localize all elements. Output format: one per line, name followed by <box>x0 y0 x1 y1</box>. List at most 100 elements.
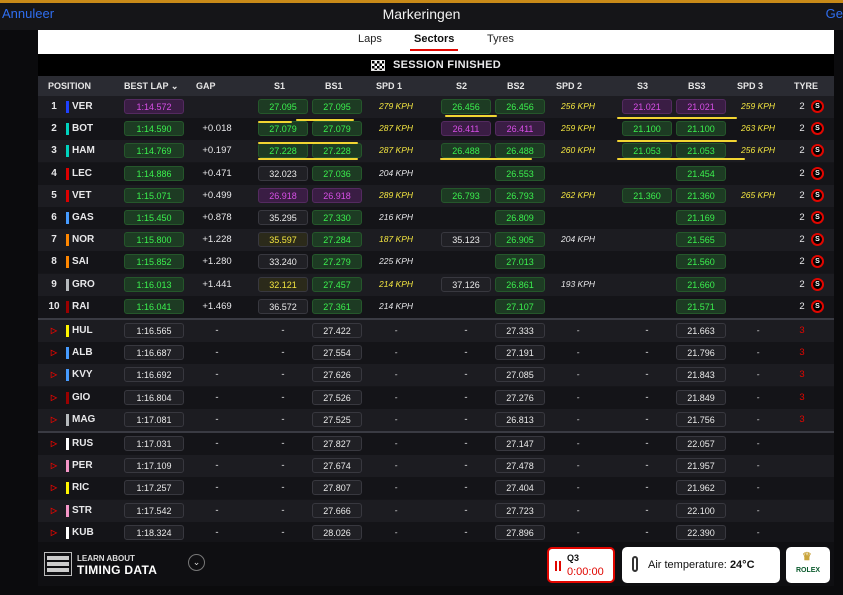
position: 5 <box>51 189 57 201</box>
col-gap[interactable]: GAP <box>196 81 216 91</box>
cell-s1: - <box>281 413 285 425</box>
tab-tyres[interactable]: Tyres <box>487 33 514 45</box>
driver-code[interactable]: LEC <box>72 168 92 179</box>
driver-code[interactable]: GAS <box>72 212 94 223</box>
cell-s1: 27.228 <box>258 143 308 159</box>
team-color-bar <box>66 145 69 158</box>
tyre-age: 2 <box>799 212 805 223</box>
table-row[interactable]: ▷ MAG 1:17.081 - - 27.525 - - 26.813 - - 21.756 - 3 <box>38 408 834 431</box>
cell-best: 1:15.450 <box>124 210 184 225</box>
driver-code[interactable]: GIO <box>72 392 90 403</box>
team-color-bar <box>66 526 69 539</box>
col-spd1[interactable]: SPD 1 <box>376 81 402 91</box>
table-row[interactable]: 9 GRO 1:16.013 +1.441 32.121 27.457 214 KPH 37.… <box>38 273 834 296</box>
cell-bs2: 27.333 <box>495 323 545 338</box>
table-row[interactable]: ▷ RIC 1:17.257 - - 27.807 - - 27.404 - - 21.962 - <box>38 477 834 500</box>
col-bs2[interactable]: BS2 <box>507 81 525 91</box>
col-tyre[interactable]: TYRE <box>794 81 818 91</box>
table-row[interactable]: ▷ RUS 1:17.031 - - 27.827 - - 27.147 - - 22.057 - <box>38 433 834 455</box>
col-s3[interactable]: S3 <box>637 81 648 91</box>
weather-box: Air temperature: 24°C <box>622 547 780 583</box>
table-row[interactable]: ▷ ALB 1:16.687 - - 27.554 - - 27.191 - - 21.796 - 3 <box>38 342 834 365</box>
soft-tyre-icon: S <box>811 255 824 269</box>
timing-data-label[interactable]: TIMING DATA <box>77 563 157 577</box>
driver-code[interactable]: SAI <box>72 256 89 267</box>
driver-code[interactable]: KUB <box>72 527 94 538</box>
position: 8 <box>51 256 57 268</box>
table-row[interactable]: 5 VET 1:15.071 +0.499 26.918 26.918 289 KPH 26.… <box>38 184 834 207</box>
cell-gap: +0.018 <box>202 123 232 135</box>
cell-gap: +0.878 <box>202 212 232 223</box>
table-row[interactable]: 10 RAI 1:16.041 +1.469 36.572 27.361 214 KPH 27… <box>38 295 834 318</box>
learn-about-label[interactable]: LEARN ABOUT <box>77 554 135 563</box>
driver-code[interactable]: GRO <box>72 279 95 290</box>
driver-code[interactable]: RAI <box>72 301 89 312</box>
cell-bs3: 21.100 <box>676 121 726 137</box>
tab-laps[interactable]: Laps <box>358 33 382 45</box>
col-position[interactable]: POSITION <box>48 81 91 91</box>
table-row[interactable]: ▷ KUB 1:18.324 - - 28.026 - - 27.896 - - 22.390 - <box>38 521 834 544</box>
sponsor-logo: ROLEX <box>786 533 830 583</box>
table-row[interactable]: ▷ PER 1:17.109 - - 27.674 - - 27.478 - - 21.957 - <box>38 455 834 478</box>
team-color-bar <box>66 256 69 269</box>
tab-sectors[interactable]: Sectors <box>409 33 459 51</box>
driver-code[interactable]: RUS <box>72 438 93 449</box>
table-row[interactable]: 6 GAS 1:15.450 +0.878 35.295 27.330 216 KPH 26.… <box>38 207 834 229</box>
cell-s3: - <box>645 482 649 494</box>
driver-code[interactable]: ALB <box>72 347 93 358</box>
table-row[interactable]: 4 LEC 1:14.886 +0.471 32.023 27.036 204 KPH 26.… <box>38 162 834 185</box>
cell-bs2: 27.107 <box>495 298 545 314</box>
col-s1[interactable]: S1 <box>274 81 285 91</box>
team-color-bar <box>66 504 69 517</box>
col-s2[interactable]: S2 <box>456 81 467 91</box>
cell-best: 1:14.769 <box>124 143 184 159</box>
table-row[interactable]: 1 VER 1:14.572 27.095 27.095 279 KPH 26.456 26.… <box>38 96 834 118</box>
team-color-bar <box>66 482 69 495</box>
cell-spd2: - <box>576 482 580 493</box>
driver-code[interactable]: HAM <box>72 145 95 156</box>
soft-tyre-icon: S <box>811 188 824 202</box>
table-row[interactable]: ▷ GIO 1:16.804 - - 27.526 - - 27.276 - - 21.849 - 3 <box>38 386 834 409</box>
cell-spd1: 225 KPH <box>378 256 414 267</box>
table-row[interactable]: 8 SAI 1:15.852 +1.280 33.240 27.279 225 KPH 27.… <box>38 251 834 274</box>
driver-code[interactable]: KVY <box>72 369 93 380</box>
cell-bs3: 22.100 <box>676 502 726 518</box>
table-row[interactable]: 7 NOR 1:15.800 +1.228 35.597 27.284 187 KPH 35.… <box>38 229 834 252</box>
table-row[interactable]: ▷ STR 1:17.542 - - 27.666 - - 27.723 - - 22.100 - <box>38 499 834 522</box>
col-spd3[interactable]: SPD 3 <box>737 81 763 91</box>
annotation-underline <box>617 158 745 160</box>
cell-bs3: 21.663 <box>676 323 726 338</box>
driver-code[interactable]: VET <box>72 190 91 201</box>
cell-best: 1:16.565 <box>124 323 184 338</box>
tyre-age: 2 <box>799 167 805 179</box>
driver-code[interactable]: RIC <box>72 482 89 493</box>
cell-spd1: - <box>394 482 398 493</box>
team-color-bar <box>66 460 69 473</box>
table-row[interactable]: ▷ KVY 1:16.692 - - 27.626 - - 27.085 - - 21.843 - 3 <box>38 364 834 387</box>
col-best-lap[interactable]: BEST LAP ⌄ <box>124 81 178 92</box>
driver-code[interactable]: VER <box>72 101 93 112</box>
cell-bs1: 27.036 <box>312 165 362 181</box>
col-bs1[interactable]: BS1 <box>325 81 343 91</box>
cell-s2: 26.456 <box>441 99 491 114</box>
driver-code[interactable]: STR <box>72 505 92 516</box>
cell-s2: - <box>464 369 468 381</box>
chevron-down-icon[interactable]: ⌄ <box>188 554 205 571</box>
share-link[interactable]: Ge <box>826 6 843 21</box>
col-spd2[interactable]: SPD 2 <box>556 81 582 91</box>
table-row[interactable]: 2 BOT 1:14.590 +0.018 27.079 27.079 287 KPH 26.… <box>38 118 834 141</box>
driver-code[interactable]: MAG <box>72 414 95 425</box>
cell-s2: - <box>464 504 468 516</box>
table-row[interactable]: ▷ HUL 1:16.565 - - 27.422 - - 27.333 - - 21.663 - 3 <box>38 320 834 342</box>
cell-spd3: - <box>756 325 760 335</box>
cell-bs1: 27.457 <box>312 276 362 292</box>
cell-s3: - <box>645 504 649 516</box>
driver-code[interactable]: NOR <box>72 234 94 245</box>
cell-s2: - <box>464 460 468 472</box>
driver-code[interactable]: BOT <box>72 123 93 134</box>
col-bs3[interactable]: BS3 <box>688 81 706 91</box>
driver-code[interactable]: PER <box>72 460 93 471</box>
driver-code[interactable]: HUL <box>72 325 93 336</box>
session-label: Q3 <box>567 553 580 563</box>
cell-bs1: 27.279 <box>312 254 362 270</box>
